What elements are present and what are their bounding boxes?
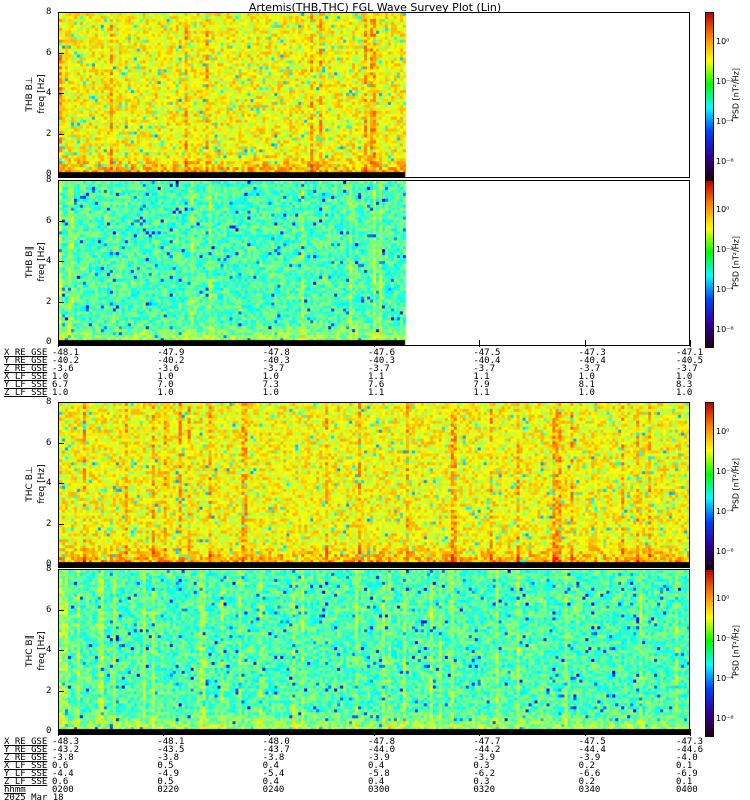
y-tick-mark bbox=[58, 650, 64, 651]
y-tick-label: 4 bbox=[46, 256, 52, 266]
panel-unit: freq [Hz] bbox=[37, 464, 47, 504]
y-tick-label: 8 bbox=[46, 175, 52, 185]
colorbar-title: PSD [nT²/Hz] bbox=[731, 68, 741, 119]
y-tick-label: 8 bbox=[46, 397, 52, 407]
colorbar-tick: 10⁰ bbox=[716, 37, 730, 46]
panel-name: THC B∥ bbox=[25, 634, 35, 668]
y-tick-label: 8 bbox=[46, 564, 52, 574]
colorbar-tick: 10⁰ bbox=[716, 594, 730, 603]
colorbar-tick: 10⁻⁶ bbox=[716, 547, 734, 556]
ephemeris-value: 1.0 bbox=[52, 388, 69, 398]
y-tick-mark bbox=[58, 523, 64, 525]
colorbar-tick: 10⁰ bbox=[716, 427, 730, 436]
x-tick-mark bbox=[479, 340, 481, 347]
x-tick-mark bbox=[268, 729, 270, 736]
colorbar bbox=[705, 180, 714, 348]
colorbar-tick: 10⁻⁶ bbox=[716, 325, 734, 334]
y-tick-mark bbox=[58, 442, 64, 444]
y-tick-label: 4 bbox=[46, 645, 52, 655]
y-tick-mark bbox=[58, 93, 64, 94]
x-tick-mark bbox=[374, 340, 375, 347]
x-tick-mark bbox=[374, 729, 375, 736]
ephemeris-value: 1.1 bbox=[368, 388, 385, 398]
ephemeris-value: 1.1 bbox=[473, 388, 490, 398]
colorbar-tick: 10⁰ bbox=[716, 205, 730, 214]
ephemeris-value: 0300 bbox=[368, 785, 390, 795]
y-tick-mark bbox=[58, 402, 64, 403]
x-tick-mark bbox=[58, 340, 59, 347]
y-tick-mark bbox=[58, 569, 64, 570]
x-tick-mark bbox=[163, 340, 165, 347]
colorbar-title: PSD [nT²/Hz] bbox=[731, 458, 741, 509]
y-tick-label: 8 bbox=[46, 7, 52, 17]
x-tick-mark bbox=[690, 340, 691, 347]
y-tick-label: 4 bbox=[46, 478, 52, 488]
ephemeris-value: 0240 bbox=[262, 785, 285, 795]
colorbar bbox=[705, 569, 714, 737]
y-tick-mark bbox=[58, 690, 64, 692]
y-tick-label: 2 bbox=[46, 518, 52, 529]
x-tick-mark bbox=[163, 729, 165, 736]
y-tick-label: 4 bbox=[46, 88, 52, 98]
ephemeris-value: 0320 bbox=[473, 785, 496, 795]
y-tick-mark bbox=[58, 483, 64, 484]
x-tick-mark bbox=[584, 340, 586, 347]
ephemeris-value: 1.0 bbox=[157, 388, 174, 398]
panel-unit: freq [Hz] bbox=[37, 242, 47, 282]
y-tick-mark bbox=[58, 133, 64, 135]
x-tick-mark bbox=[690, 729, 691, 736]
y-tick-label: 0 bbox=[46, 337, 52, 347]
ephemeris-value: 0340 bbox=[578, 785, 601, 795]
y-tick-label: 2 bbox=[46, 685, 52, 696]
x-tick-mark bbox=[58, 729, 59, 736]
y-tick-label: 6 bbox=[46, 437, 52, 448]
y-tick-mark bbox=[58, 52, 64, 54]
ephemeris-value: 1.0 bbox=[578, 388, 595, 398]
panel-unit: freq [Hz] bbox=[37, 631, 47, 671]
panel-name: THB B⊥ bbox=[25, 76, 35, 112]
x-tick-mark bbox=[268, 340, 270, 347]
colorbar bbox=[705, 12, 714, 180]
panel-name: THC B⊥ bbox=[25, 466, 35, 502]
ephemeris-value: 1.0 bbox=[676, 388, 693, 398]
y-tick-label: 6 bbox=[46, 215, 52, 226]
ephemeris-value: 0220 bbox=[157, 785, 180, 795]
ephemeris-value: 1.0 bbox=[262, 388, 279, 398]
y-tick-mark bbox=[58, 180, 64, 181]
y-tick-mark bbox=[58, 261, 64, 262]
y-tick-mark bbox=[58, 301, 64, 303]
colorbar-title: PSD [nT²/Hz] bbox=[731, 625, 741, 676]
x-tick-mark bbox=[479, 729, 481, 736]
ephemeris-value: 0400 bbox=[676, 785, 698, 795]
colorbar-title: PSD [nT²/Hz] bbox=[731, 236, 741, 287]
y-tick-label: 2 bbox=[46, 296, 52, 307]
panel-unit: freq [Hz] bbox=[37, 74, 47, 114]
y-tick-label: 0 bbox=[46, 726, 52, 736]
colorbar-tick: 10⁻⁶ bbox=[716, 714, 734, 723]
colorbar bbox=[705, 402, 714, 570]
y-tick-label: 2 bbox=[46, 128, 52, 139]
y-tick-label: 6 bbox=[46, 47, 52, 58]
x-tick-mark bbox=[584, 729, 586, 736]
date-label: 2025 Mar 18 bbox=[4, 793, 64, 800]
y-tick-mark bbox=[58, 609, 64, 611]
wave-survey-plot: Artemis(THB,THC) FGL Wave Survey Plot (L… bbox=[0, 0, 750, 800]
y-tick-mark bbox=[58, 220, 64, 222]
colorbar-tick: 10⁻⁶ bbox=[716, 157, 734, 166]
panel-name: THB B∥ bbox=[25, 246, 35, 278]
y-tick-label: 6 bbox=[46, 604, 52, 615]
y-tick-mark bbox=[58, 12, 64, 13]
ephemeris-row-label: Z_LF_SSE bbox=[4, 388, 48, 398]
